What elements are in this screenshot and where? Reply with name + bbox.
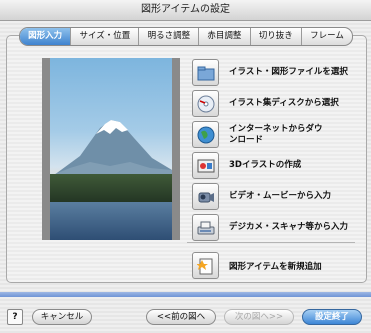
download-label-line1: インターネットからダウ xyxy=(229,123,323,134)
image-preview xyxy=(42,58,180,240)
scanner-icon xyxy=(192,214,219,241)
input-from-camera-scanner-label: デジカメ・スキャナ等から入力 xyxy=(229,222,349,232)
input-from-video-button[interactable]: ビデオ・ムービーから入力 xyxy=(192,181,360,212)
tab-red-eye[interactable]: 赤目調整 xyxy=(199,28,251,45)
input-from-camera-scanner-button[interactable]: デジカメ・スキャナ等から入力 xyxy=(192,212,360,243)
tab-size-position[interactable]: サイズ・位置 xyxy=(71,28,140,45)
add-new-shape-item-button[interactable]: 図形アイテムを新規追加 xyxy=(192,250,360,281)
shoreline xyxy=(50,174,172,202)
cancel-button[interactable]: キャンセル xyxy=(32,309,92,325)
video-camera-icon xyxy=(192,183,219,210)
select-illustration-file-button[interactable]: イラスト・図形ファイルを選択 xyxy=(192,57,360,88)
new-document-icon xyxy=(192,252,219,279)
create-3d-illustration-label: 3Dイラストの作成 xyxy=(229,160,302,170)
tab-shape-input[interactable]: 図形入力 xyxy=(20,28,72,45)
tab-crop[interactable]: 切り抜き xyxy=(251,28,302,45)
download-label-line2: ンロード xyxy=(229,134,264,145)
create-3d-illustration-button[interactable]: 3Dイラストの作成 xyxy=(192,150,360,181)
download-from-internet-button[interactable]: インターネットからダウ ンロード xyxy=(192,119,360,150)
lake xyxy=(50,202,172,240)
select-from-disc-button[interactable]: イラスト集ディスクから選択 xyxy=(192,88,360,119)
disc-icon xyxy=(192,90,219,117)
add-new-shape-item-label: 図形アイテムを新規追加 xyxy=(229,261,322,272)
input-from-video-label: ビデオ・ムービーから入力 xyxy=(229,191,332,201)
globe-icon xyxy=(192,121,219,148)
input-actions: イラスト・図形ファイルを選択 イラスト集ディスクから選択 インターネットからダウ… xyxy=(192,57,360,243)
finish-settings-button[interactable]: 設定終了 xyxy=(302,309,362,325)
select-from-disc-label: イラスト集ディスクから選択 xyxy=(229,98,339,108)
tab-bar: 図形入力 サイズ・位置 明るさ調整 赤目調整 切り抜き フレーム xyxy=(19,27,353,46)
help-button[interactable]: ? xyxy=(7,309,23,325)
next-button[interactable]: 次の図へ>> xyxy=(224,309,294,325)
tab-brightness[interactable]: 明るさ調整 xyxy=(139,28,200,45)
folder-icon xyxy=(192,59,219,86)
download-from-internet-label: インターネットからダウ ンロード xyxy=(229,124,323,146)
tab-frame[interactable]: フレーム xyxy=(302,28,352,45)
previous-button[interactable]: <<前の図へ xyxy=(146,309,216,325)
preview-photo xyxy=(50,58,172,240)
footer-stripe xyxy=(0,292,371,297)
window-title: 図形アイテムの設定 xyxy=(0,0,371,21)
separator xyxy=(187,242,355,243)
select-illustration-file-label: イラスト・図形ファイルを選択 xyxy=(229,67,348,77)
3d-illustration-icon xyxy=(192,152,219,179)
